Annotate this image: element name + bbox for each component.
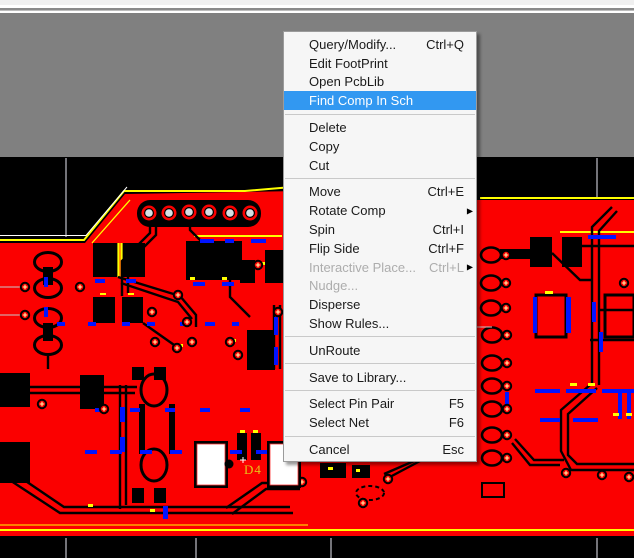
menu-item-label: Disperse — [309, 297, 464, 312]
menu-item-cut[interactable]: Cut — [284, 156, 476, 175]
menu-item-label: Cancel — [309, 442, 442, 457]
menu-item-flip-side[interactable]: Flip SideCtrl+F — [284, 239, 476, 258]
menu-separator — [285, 390, 475, 391]
menu-item-label: Copy — [309, 139, 464, 154]
menu-item-label: Delete — [309, 120, 464, 135]
menu-item-label: Select Net — [309, 415, 449, 430]
menu-item-rotate-comp[interactable]: Rotate Comp▶ — [284, 201, 476, 220]
menu-item-label: Select Pin Pair — [309, 396, 449, 411]
application-window: D4 Query/Modify...Ctrl+Q Edit FootPrint Op… — [0, 0, 634, 558]
menu-item-unroute[interactable]: UnRoute — [284, 341, 476, 360]
menu-item-label: Move — [309, 184, 428, 199]
context-menu: Query/Modify...Ctrl+Q Edit FootPrint Open … — [283, 31, 477, 462]
menu-item-label: Save to Library... — [309, 370, 464, 385]
menu-item-shortcut: F5 — [449, 396, 464, 411]
menu-item-interactive-place: Interactive Place...Ctrl+L▶ — [284, 258, 476, 277]
menu-item-disperse[interactable]: Disperse — [284, 295, 476, 314]
menu-item-spin[interactable]: SpinCtrl+I — [284, 220, 476, 239]
menu-item-label: Show Rules... — [309, 316, 464, 331]
menu-item-label: Rotate Comp — [309, 203, 464, 218]
menu-separator — [285, 363, 475, 364]
menu-item-nudge: Nudge... — [284, 277, 476, 296]
menu-item-shortcut: F6 — [449, 415, 464, 430]
menu-item-show-rules[interactable]: Show Rules... — [284, 314, 476, 333]
menu-item-shortcut: Ctrl+I — [433, 222, 464, 237]
menu-item-select-net[interactable]: Select NetF6 — [284, 413, 476, 432]
menu-separator — [285, 436, 475, 437]
menu-item-label: Interactive Place... — [309, 260, 429, 275]
menu-item-label: Query/Modify... — [309, 37, 426, 52]
menu-item-select-pin-pair[interactable]: Select Pin PairF5 — [284, 395, 476, 414]
menu-separator — [285, 114, 475, 115]
menu-item-copy[interactable]: Copy — [284, 137, 476, 156]
menu-item-find-comp-in-sch[interactable]: Find Comp In Sch — [284, 91, 476, 110]
menu-item-save-to-library[interactable]: Save to Library... — [284, 368, 476, 387]
menu-item-label: UnRoute — [309, 343, 464, 358]
menu-item-label: Find Comp In Sch — [309, 93, 464, 108]
menu-item-cancel[interactable]: CancelEsc — [284, 440, 476, 459]
menu-item-shortcut: Ctrl+F — [428, 241, 464, 256]
submenu-arrow-icon: ▶ — [467, 206, 473, 215]
menu-item-delete[interactable]: Delete — [284, 118, 476, 137]
submenu-arrow-icon: ▶ — [467, 263, 473, 272]
menu-item-label: Nudge... — [309, 278, 464, 293]
menu-item-move[interactable]: MoveCtrl+E — [284, 183, 476, 202]
menu-separator — [285, 178, 475, 179]
silkscreen-label-d4: D4 — [244, 463, 262, 476]
menu-item-shortcut: Esc — [442, 442, 464, 457]
menu-item-label: Spin — [309, 222, 433, 237]
menu-item-label: Edit FootPrint — [309, 56, 464, 71]
menu-item-label: Cut — [309, 158, 464, 173]
menu-item-label: Open PcbLib — [309, 74, 464, 89]
menu-item-shortcut: Ctrl+Q — [426, 37, 464, 52]
menu-item-shortcut: Ctrl+L — [429, 260, 464, 275]
menu-item-open-pcblib[interactable]: Open PcbLib — [284, 73, 476, 92]
menu-item-label: Flip Side — [309, 241, 428, 256]
menu-item-query-modify[interactable]: Query/Modify...Ctrl+Q — [284, 35, 476, 54]
menu-item-edit-footprint[interactable]: Edit FootPrint — [284, 54, 476, 73]
menu-separator — [285, 336, 475, 337]
menu-item-shortcut: Ctrl+E — [428, 184, 464, 199]
